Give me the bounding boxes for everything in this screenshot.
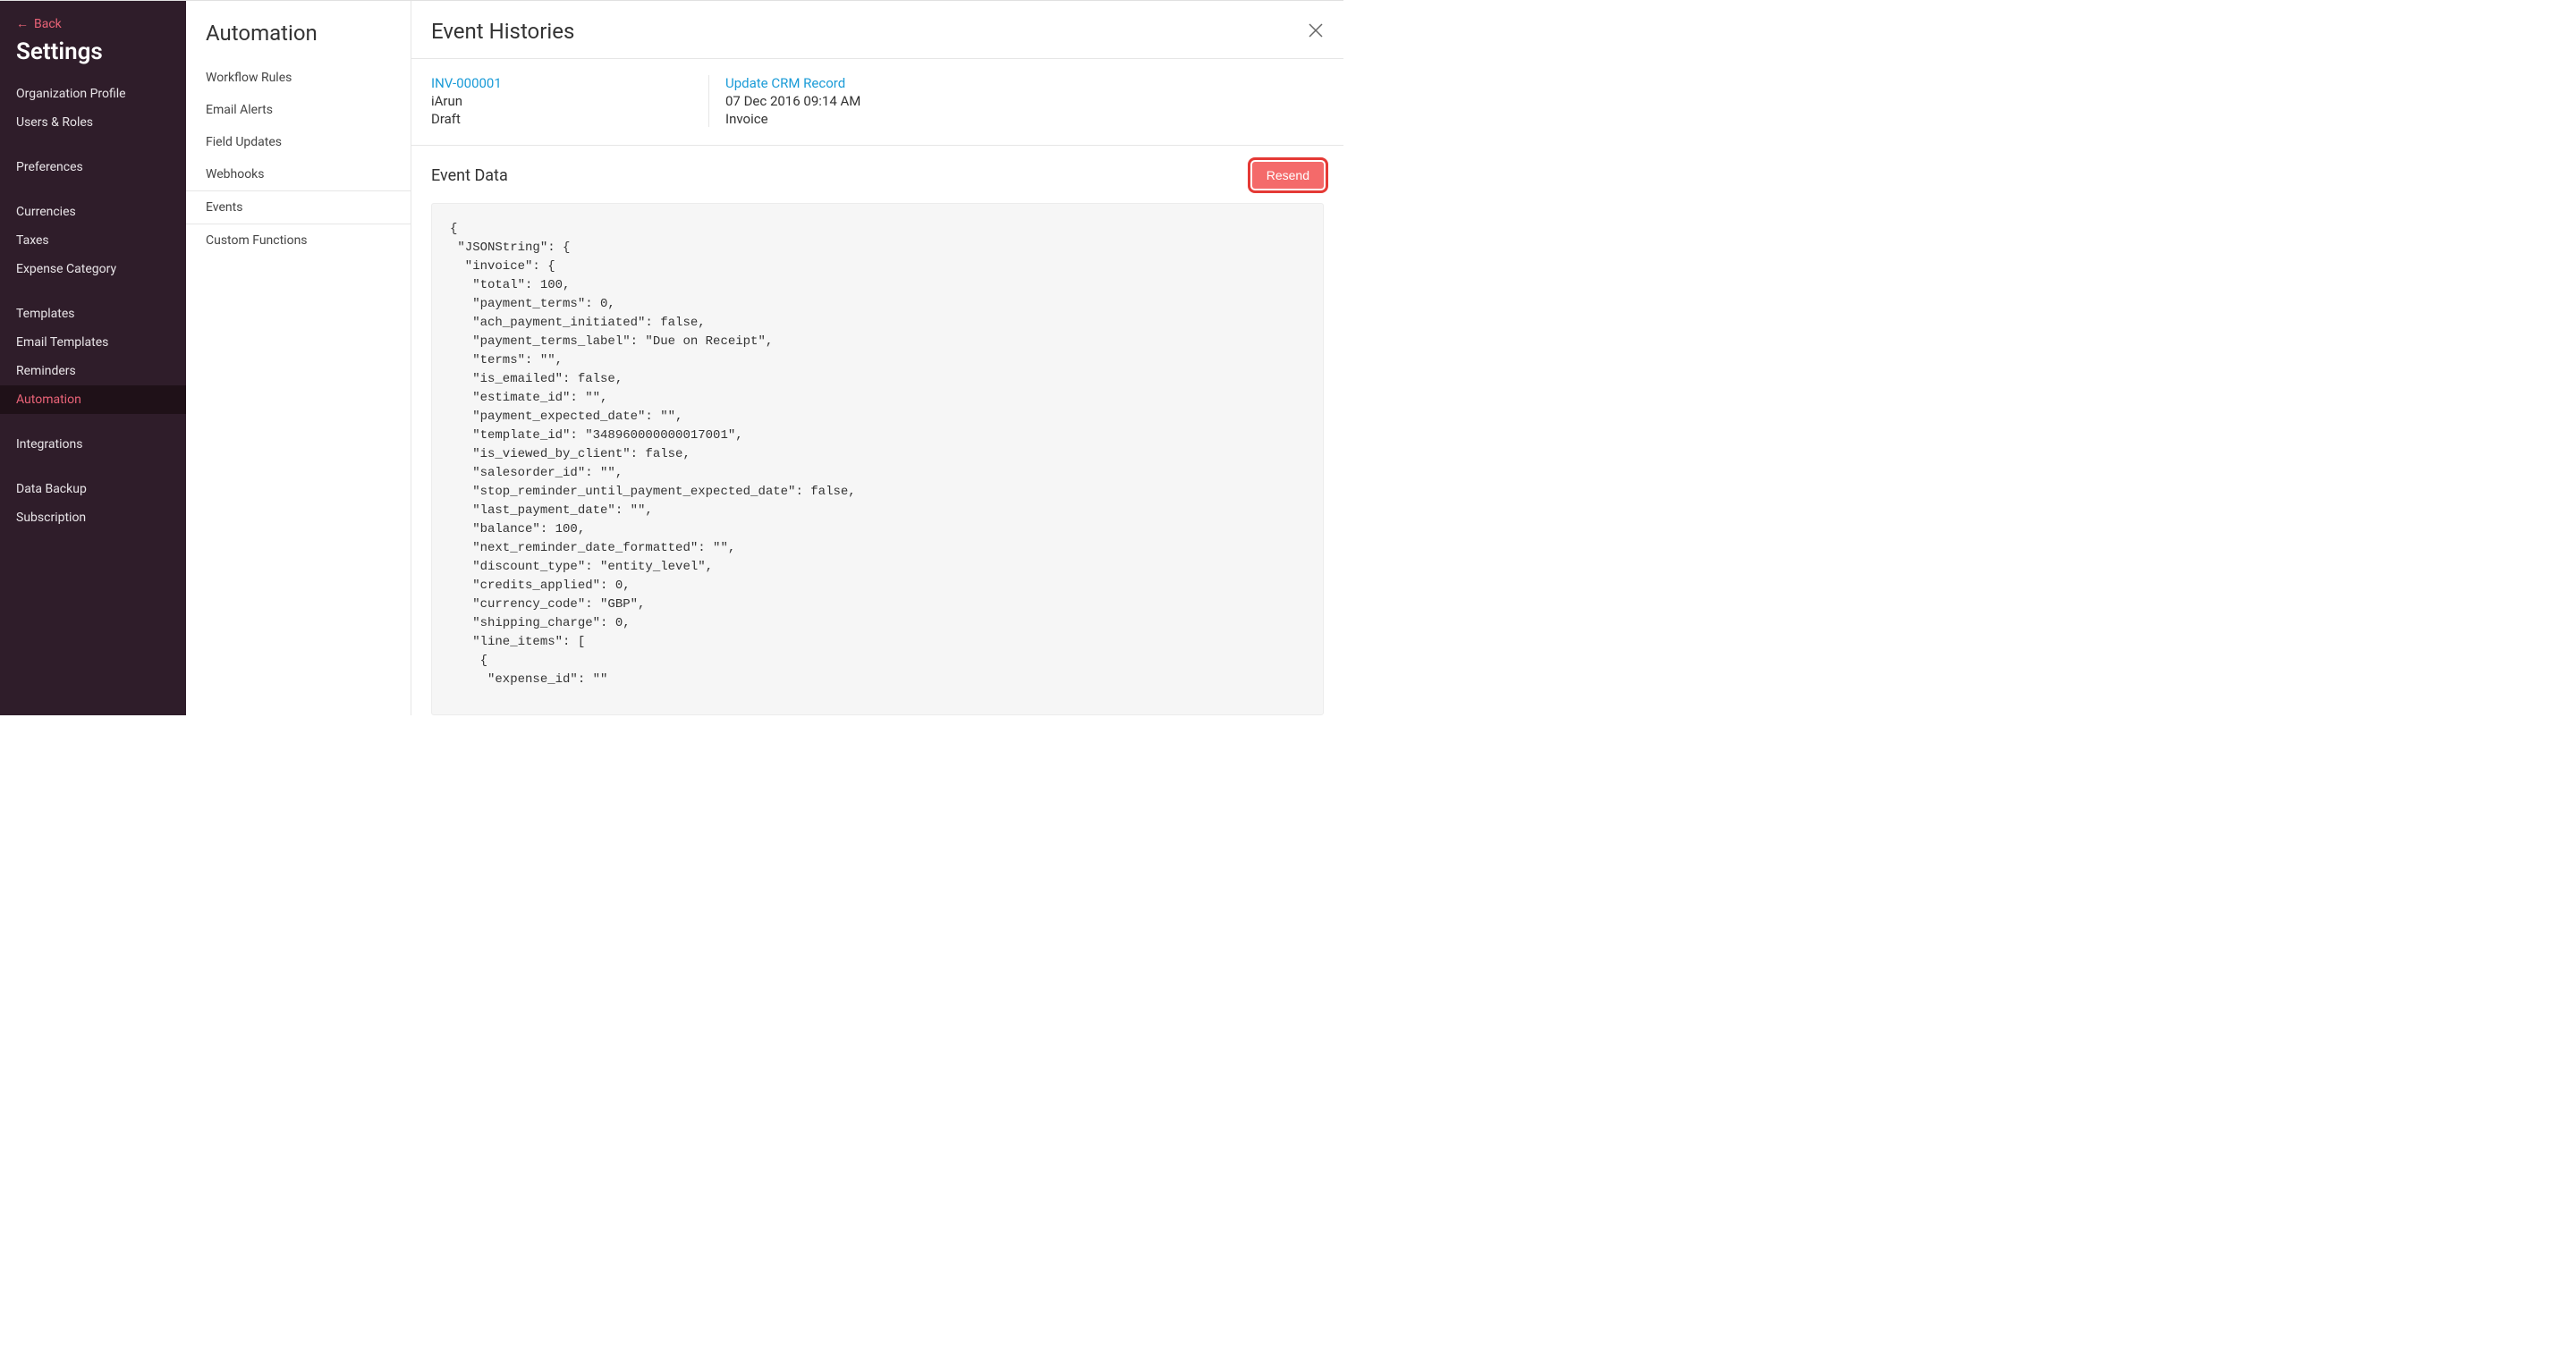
event-data-header: Event Data Resend <box>431 162 1324 203</box>
action-link[interactable]: Update CRM Record <box>725 75 860 91</box>
resend-button[interactable]: Resend <box>1252 162 1324 189</box>
back-label: Back <box>34 17 62 31</box>
nav-group: Preferences <box>0 149 186 194</box>
event-timestamp: 07 Dec 2016 09:14 AM <box>725 91 860 109</box>
sidebar-title: Settings <box>0 37 186 76</box>
event-source-block: INV-000001 iArun Draft <box>431 75 708 127</box>
nav-email-templates[interactable]: Email Templates <box>0 328 186 357</box>
nav-subscription[interactable]: Subscription <box>0 503 186 532</box>
x-icon <box>1308 22 1324 38</box>
event-data-code[interactable]: { "JSONString": { "invoice": { "total": … <box>431 203 1324 715</box>
subnav-field-updates[interactable]: Field Updates <box>186 126 411 158</box>
nav-group: Organization Profile Users & Roles <box>0 76 186 149</box>
subnav-events[interactable]: Events <box>186 190 411 224</box>
close-icon[interactable] <box>1308 22 1324 41</box>
event-data-title: Event Data <box>431 166 508 185</box>
nav-organization-profile[interactable]: Organization Profile <box>0 80 186 108</box>
settings-sidebar: ← Back Settings Organization Profile Use… <box>0 1 186 715</box>
nav-data-backup[interactable]: Data Backup <box>0 475 186 503</box>
event-status: Draft <box>431 109 673 127</box>
nav-taxes[interactable]: Taxes <box>0 226 186 255</box>
event-summary-row: INV-000001 iArun Draft Update CRM Record… <box>411 59 1343 146</box>
invoice-link[interactable]: INV-000001 <box>431 75 673 91</box>
back-link[interactable]: ← Back <box>0 13 186 37</box>
event-module: Invoice <box>725 109 860 127</box>
subnav-custom-functions[interactable]: Custom Functions <box>186 224 411 257</box>
event-user: iArun <box>431 91 673 109</box>
nav-reminders[interactable]: Reminders <box>0 357 186 385</box>
event-data-section: Event Data Resend { "JSONString": { "inv… <box>411 146 1343 715</box>
subnav-email-alerts[interactable]: Email Alerts <box>186 94 411 126</box>
nav-group: Data Backup Subscription <box>0 471 186 545</box>
nav-preferences[interactable]: Preferences <box>0 153 186 182</box>
main-content: Event Histories INV-000001 iArun Draft U… <box>411 1 1343 715</box>
nav-integrations[interactable]: Integrations <box>0 430 186 459</box>
event-action-block: Update CRM Record 07 Dec 2016 09:14 AM I… <box>708 75 896 127</box>
nav-automation[interactable]: Automation <box>0 385 186 414</box>
subnav-webhooks[interactable]: Webhooks <box>186 158 411 190</box>
nav-currencies[interactable]: Currencies <box>0 198 186 226</box>
subnav-title: Automation <box>186 17 411 62</box>
nav-templates[interactable]: Templates <box>0 300 186 328</box>
nav-group: Currencies Taxes Expense Category <box>0 194 186 296</box>
subnav-workflow-rules[interactable]: Workflow Rules <box>186 62 411 94</box>
nav-group: Templates Email Templates Reminders Auto… <box>0 296 186 426</box>
nav-expense-category[interactable]: Expense Category <box>0 255 186 283</box>
nav-group: Integrations <box>0 426 186 471</box>
page-title: Event Histories <box>431 19 574 44</box>
main-header: Event Histories <box>411 1 1343 59</box>
nav-users-roles[interactable]: Users & Roles <box>0 108 186 137</box>
automation-subnav: Automation Workflow Rules Email Alerts F… <box>186 1 411 715</box>
arrow-left-icon: ← <box>16 18 29 30</box>
